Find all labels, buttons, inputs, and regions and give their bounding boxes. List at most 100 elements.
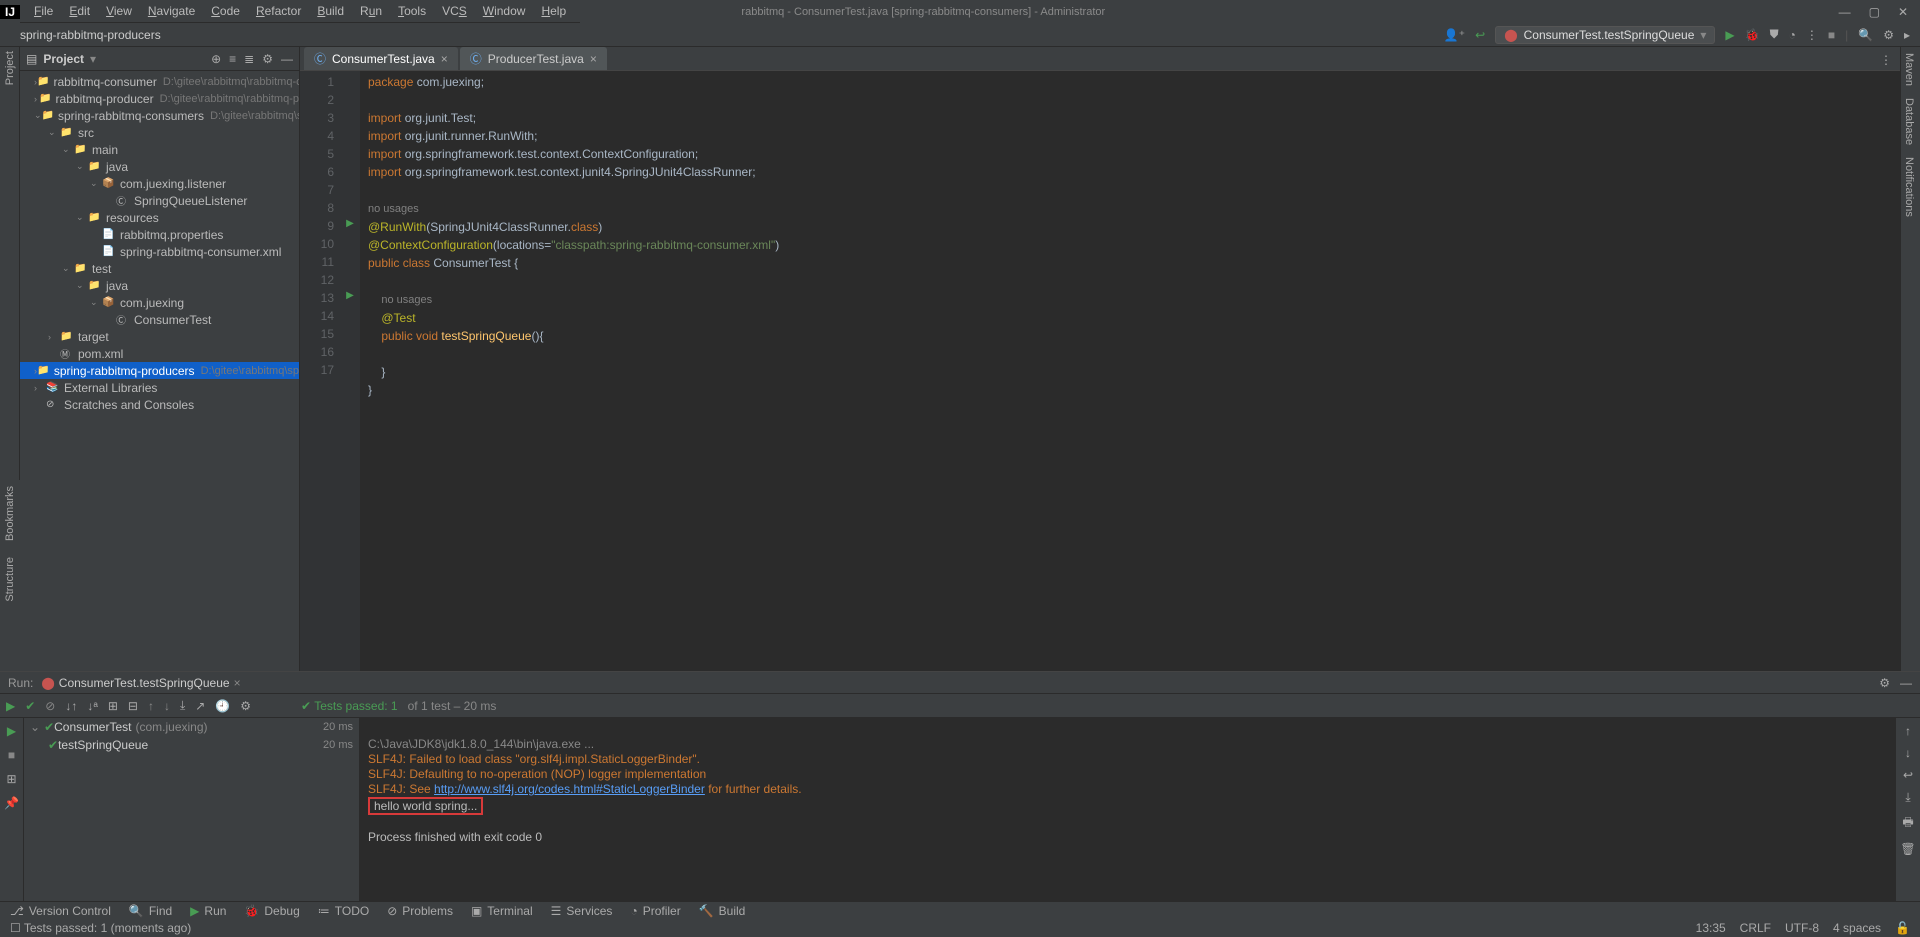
panel-minimize-icon[interactable]: —	[1900, 676, 1912, 690]
scroll-down-icon[interactable]: ↓	[1905, 746, 1911, 760]
tree-item[interactable]: ⒸConsumerTest	[20, 311, 299, 328]
tree-item[interactable]: ⒸSpringQueueListener	[20, 192, 299, 209]
settings-icon[interactable]: ⚙	[1883, 28, 1894, 42]
soft-wrap-icon[interactable]: ↩	[1903, 768, 1913, 782]
search-everywhere-icon[interactable]: 🔍	[1858, 28, 1873, 42]
show-ignored-icon[interactable]: ⊘	[45, 699, 55, 713]
show-passed-icon[interactable]: ✔	[25, 699, 35, 713]
sort-icon[interactable]: ↓↑	[65, 699, 77, 713]
run-gutter-icon[interactable]: ▶	[340, 287, 360, 305]
profile-icon[interactable]: ◔	[1789, 28, 1796, 42]
locate-icon[interactable]: ⊕	[211, 52, 221, 66]
project-tool-button[interactable]: Project	[4, 51, 16, 85]
run-configuration-selector[interactable]: ⬤ ConsumerTest.testSpringQueue ▾	[1495, 26, 1715, 44]
tree-item[interactable]: ⌄📁src	[20, 124, 299, 141]
menu-tools[interactable]: Tools	[392, 2, 432, 20]
profiler-button[interactable]: ◔ Profiler	[630, 904, 680, 918]
window-maximize-icon[interactable]: ▢	[1869, 5, 1880, 19]
chevron-icon[interactable]: ▸	[1904, 28, 1910, 42]
run-button[interactable]: ▶ Run	[190, 904, 226, 918]
export-icon[interactable]: ↗	[195, 699, 205, 713]
stop2-icon[interactable]: ■	[8, 748, 15, 762]
version-control-button[interactable]: ⎇ Version Control	[10, 904, 111, 918]
menu-help[interactable]: Help	[535, 2, 572, 20]
tree-item[interactable]: ⌄📁main	[20, 141, 299, 158]
rerun-icon[interactable]: ▶	[6, 699, 15, 713]
window-close-icon[interactable]: ✕	[1898, 5, 1908, 19]
bookmarks-tool-button[interactable]: Bookmarks	[4, 486, 16, 541]
tree-item[interactable]: Ⓜpom.xml	[20, 345, 299, 362]
maven-tool-button[interactable]: Maven	[1901, 47, 1917, 92]
test-tree[interactable]: ⌄ ✔ ConsumerTest (com.juexing) 20 ms ✔ t…	[24, 718, 360, 903]
debug-button[interactable]: 🐞 Debug	[244, 904, 299, 918]
menu-file[interactable]: FFileile	[28, 2, 59, 20]
run-icon[interactable]: ▶	[1725, 28, 1734, 42]
menu-code[interactable]: Code	[205, 2, 246, 20]
tree-item[interactable]: ⌄📦com.juexing.listener	[20, 175, 299, 192]
run-gutter-icon[interactable]: ▶	[340, 215, 360, 233]
menu-vcs[interactable]: VCS	[436, 2, 473, 20]
structure-tool-button[interactable]: Structure	[4, 557, 16, 602]
build-button[interactable]: 🔨 Build	[699, 904, 746, 918]
todo-button[interactable]: ≔ TODO	[318, 904, 369, 918]
project-dropdown-icon[interactable]: ▤	[26, 52, 37, 66]
tab-producertest[interactable]: ⒸProducerTest.java×	[460, 47, 607, 70]
tree-item[interactable]: ⌄📦com.juexing	[20, 294, 299, 311]
sort-alpha-icon[interactable]: ↓ᵃ	[87, 699, 97, 713]
collapse-all-icon[interactable]: ≣	[244, 52, 254, 66]
pin-icon[interactable]: 📌	[4, 796, 19, 810]
tree-item[interactable]: ›📚External Libraries	[20, 379, 299, 396]
project-tree[interactable]: ›📁rabbitmq-consumerD:\gitee\rabbitmq\rab…	[20, 71, 299, 725]
panel-gear-icon[interactable]: ⚙	[1879, 676, 1890, 690]
tree-item[interactable]: ›📁target	[20, 328, 299, 345]
database-tool-button[interactable]: Database	[1901, 92, 1917, 151]
encoding[interactable]: UTF-8	[1785, 921, 1819, 935]
collapse-icon[interactable]: ⊟	[128, 699, 138, 713]
history-icon[interactable]: 🕘	[215, 699, 230, 713]
tree-item[interactable]: 📄spring-rabbitmq-consumer.xml	[20, 243, 299, 260]
code-editor[interactable]: 1234567891011121314151617 ▶ ▶ package co…	[300, 71, 1900, 725]
tree-item[interactable]: ⌄📁java	[20, 158, 299, 175]
readonly-icon[interactable]: 🔓	[1895, 921, 1910, 935]
print-icon[interactable]: 🖶	[1902, 813, 1913, 834]
caret-position[interactable]: 13:35	[1696, 921, 1726, 935]
layout-icon[interactable]: ⊞	[6, 772, 16, 786]
menu-edit[interactable]: Edit	[63, 2, 96, 20]
breadcrumb[interactable]: spring-rabbitmq-producers	[20, 28, 161, 42]
rerun2-icon[interactable]: ▶	[7, 724, 16, 738]
scroll-to-end-icon[interactable]: ⤓	[1905, 790, 1910, 805]
console-output[interactable]: C:\Java\JDK8\jdk1.8.0_144\bin\java.exe .…	[360, 718, 1896, 903]
notifications-tool-button[interactable]: Notifications	[1901, 151, 1917, 223]
debug-icon[interactable]: 🐞	[1745, 28, 1760, 42]
line-separator[interactable]: CRLF	[1740, 921, 1771, 935]
prev-icon[interactable]: ↑	[148, 699, 154, 713]
tab-consumertest[interactable]: ⒸConsumerTest.java×	[304, 47, 458, 70]
add-user-icon[interactable]: 👤⁺	[1444, 28, 1465, 42]
tree-item[interactable]: ›📁rabbitmq-producerD:\gitee\rabbitmq\rab…	[20, 90, 299, 107]
tree-item[interactable]: ›📁spring-rabbitmq-producersD:\gitee\rabb…	[20, 362, 299, 379]
menu-window[interactable]: Window	[477, 2, 532, 20]
tree-item[interactable]: ⌄📁spring-rabbitmq-consumersD:\gitee\rabb…	[20, 107, 299, 124]
tree-item[interactable]: ⌄📁resources	[20, 209, 299, 226]
slf4j-link[interactable]: http://www.slf4j.org/codes.html#StaticLo…	[434, 782, 705, 796]
terminal-button[interactable]: ▣ Terminal	[471, 904, 533, 918]
menu-navigate[interactable]: Navigate	[142, 2, 201, 20]
next-icon[interactable]: ↓	[164, 699, 170, 713]
problems-button[interactable]: ⊘ Problems	[387, 904, 453, 918]
tree-item[interactable]: ⊘Scratches and Consoles	[20, 396, 299, 413]
stop-icon[interactable]: ■	[1828, 28, 1835, 42]
import-icon[interactable]: ⤓	[180, 698, 185, 713]
tree-item[interactable]: ⌄📁test	[20, 260, 299, 277]
panel-hide-icon[interactable]: —	[281, 52, 293, 66]
coverage-icon[interactable]: ⛊	[1770, 27, 1779, 42]
find-button[interactable]: 🔍 Find	[129, 904, 172, 918]
scroll-up-icon[interactable]: ↑	[1905, 724, 1911, 738]
editor-more-icon[interactable]: ⋮	[1880, 53, 1892, 67]
menu-build[interactable]: Build	[311, 2, 350, 20]
clear-icon[interactable]: 🗑	[1900, 842, 1915, 856]
menu-view[interactable]: View	[100, 2, 138, 20]
menu-refactor[interactable]: Refactor	[250, 2, 307, 20]
tree-item[interactable]: ⌄📁java	[20, 277, 299, 294]
services-button[interactable]: ☰ Services	[551, 904, 613, 918]
expand-icon[interactable]: ⊞	[108, 699, 118, 713]
